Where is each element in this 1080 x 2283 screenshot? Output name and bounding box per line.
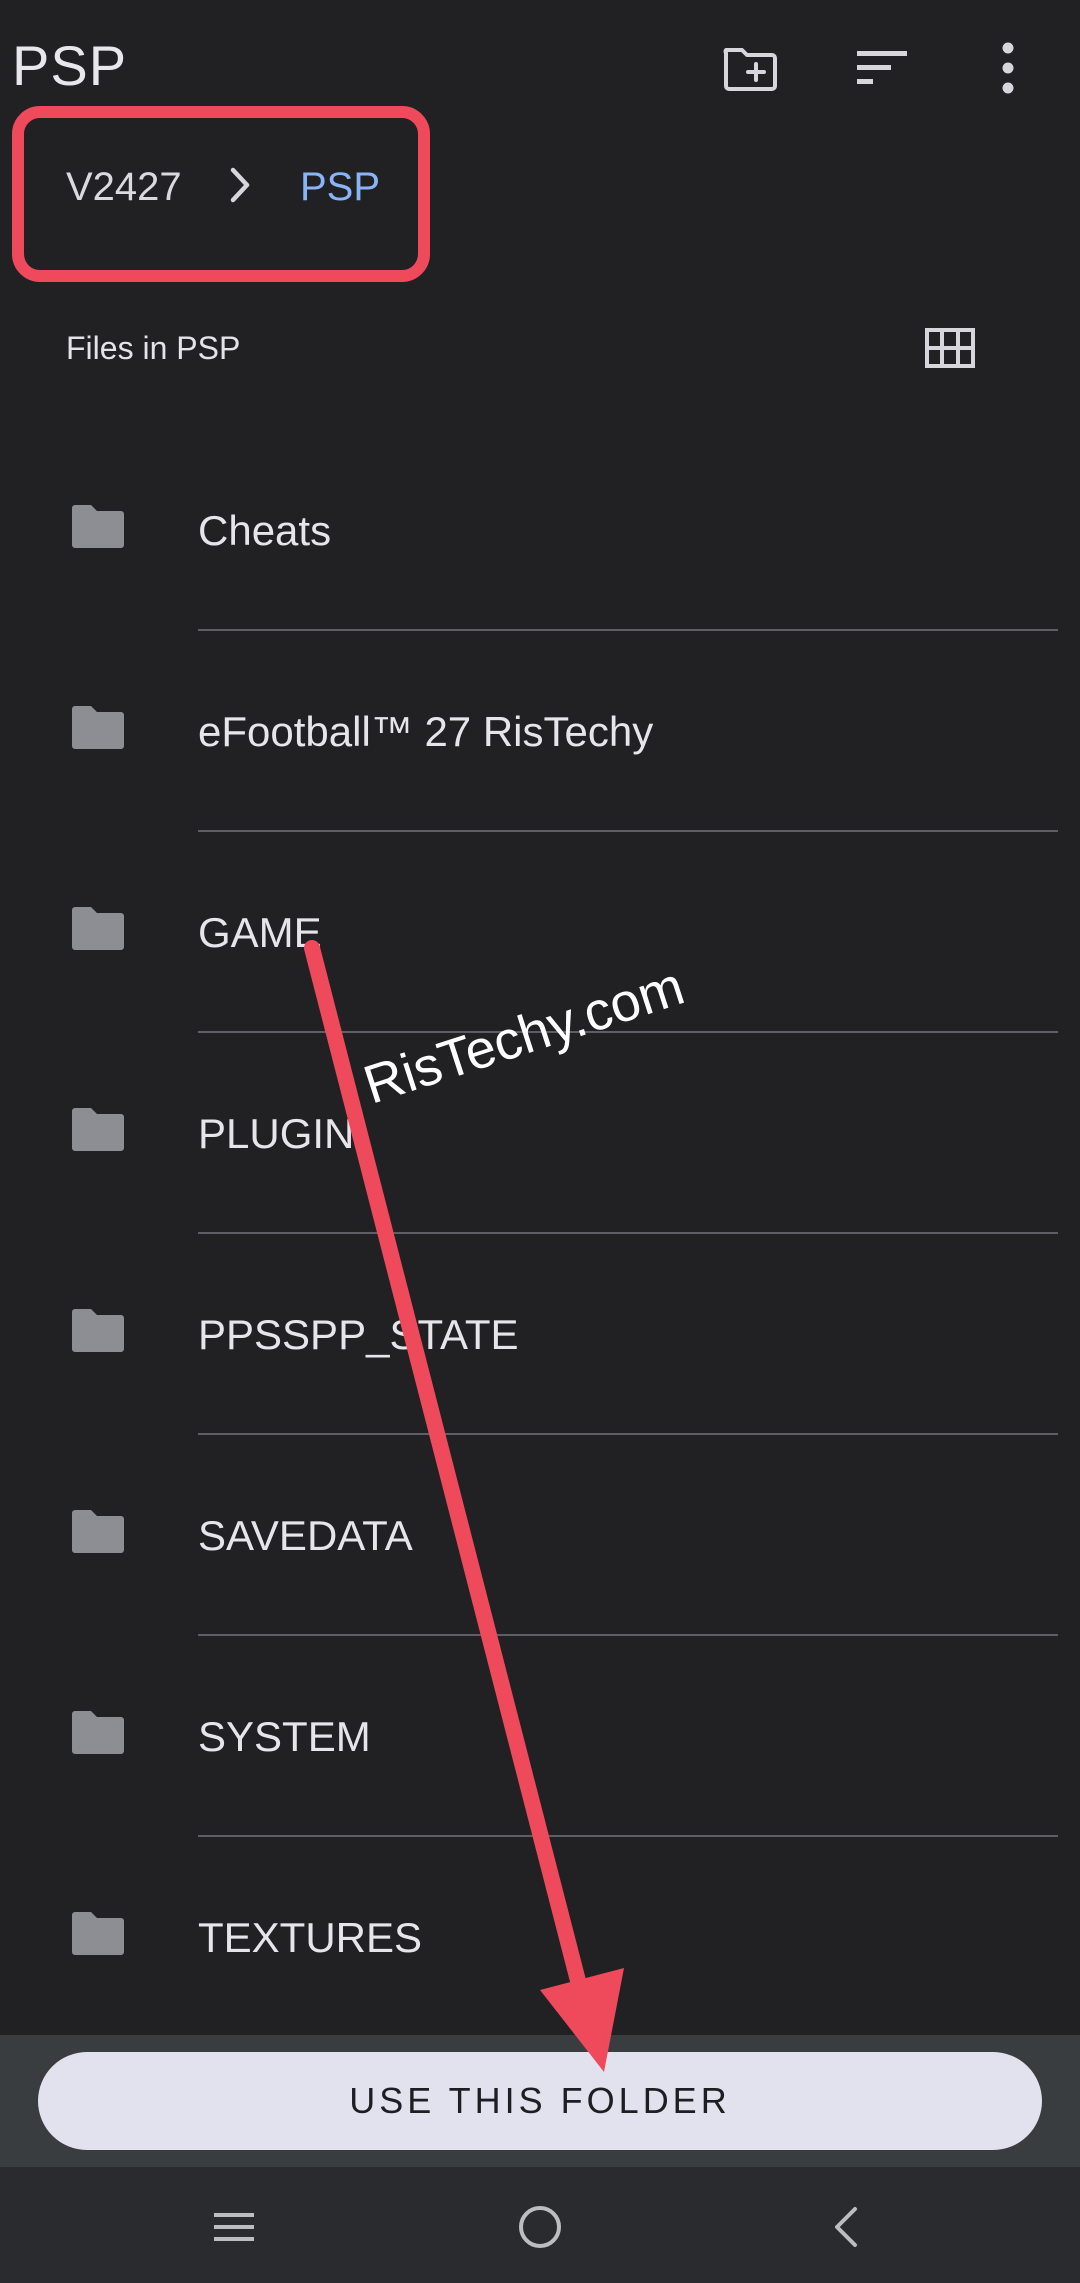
use-this-folder-button[interactable]: USE THIS FOLDER xyxy=(38,2052,1042,2150)
folder-row[interactable]: eFootball™ 27 RisTechy xyxy=(0,631,1080,832)
back-icon xyxy=(835,2207,857,2247)
recent-apps-button[interactable] xyxy=(204,2197,264,2257)
folder-row[interactable]: SAVEDATA xyxy=(0,1435,1080,1636)
folder-row[interactable]: TEXTURES xyxy=(0,1837,1080,2038)
app-title: PSP xyxy=(12,34,128,97)
sort-icon xyxy=(857,51,907,84)
folder-row[interactable]: GAME xyxy=(0,832,1080,1033)
back-button[interactable] xyxy=(816,2197,876,2257)
folder-name: eFootball™ 27 RisTechy xyxy=(198,708,654,755)
chevron-right-icon xyxy=(228,166,254,209)
folder-name: SYSTEM xyxy=(198,1713,371,1760)
folder-name: GAME xyxy=(198,909,322,956)
new-folder-button[interactable] xyxy=(714,32,786,104)
folder-row[interactable]: SYSTEM xyxy=(0,1636,1080,1837)
folder-name: SAVEDATA xyxy=(198,1512,413,1559)
folder-row[interactable]: PLUGIN xyxy=(0,1033,1080,1234)
more-options-button[interactable] xyxy=(972,32,1044,104)
home-icon xyxy=(519,2206,561,2248)
folder-icon xyxy=(72,907,124,950)
folder-name: Cheats xyxy=(198,507,332,554)
folder-icon xyxy=(72,1309,124,1352)
list-header-label: Files in PSP xyxy=(66,330,241,366)
more-options-icon xyxy=(1002,42,1014,94)
breadcrumb-current[interactable]: PSP xyxy=(300,162,380,212)
system-nav-bar xyxy=(0,2167,1080,2283)
folder-icon xyxy=(72,1711,124,1754)
breadcrumb-root[interactable]: V2427 xyxy=(66,162,182,212)
folder-list: Cheats eFootball™ 27 RisTechy GAME PLUGI… xyxy=(0,430,1080,2038)
file-picker-screen: PSP V2427 PSP Files in PSP Cheats eFootb… xyxy=(0,0,1080,2283)
folder-row[interactable]: PPSSPP_STATE xyxy=(0,1234,1080,1435)
folder-name: PPSSPP_STATE xyxy=(198,1311,519,1358)
breadcrumb: V2427 PSP xyxy=(12,106,430,282)
home-button[interactable] xyxy=(510,2197,570,2257)
bottom-action-bar: USE THIS FOLDER xyxy=(0,2035,1080,2167)
folder-icon xyxy=(72,1912,124,1955)
sort-button[interactable] xyxy=(846,32,918,104)
folder-name: PLUGIN xyxy=(198,1110,355,1157)
folder-icon xyxy=(72,1510,124,1553)
new-folder-icon xyxy=(723,48,777,91)
grid-view-icon xyxy=(925,328,975,368)
grid-view-toggle[interactable] xyxy=(918,316,982,380)
folder-icon xyxy=(72,505,124,548)
folder-icon xyxy=(72,1108,124,1151)
folder-row[interactable]: Cheats xyxy=(0,430,1080,631)
folder-name: TEXTURES xyxy=(198,1914,423,1961)
menu-icon xyxy=(214,2213,254,2241)
folder-icon xyxy=(72,706,124,749)
